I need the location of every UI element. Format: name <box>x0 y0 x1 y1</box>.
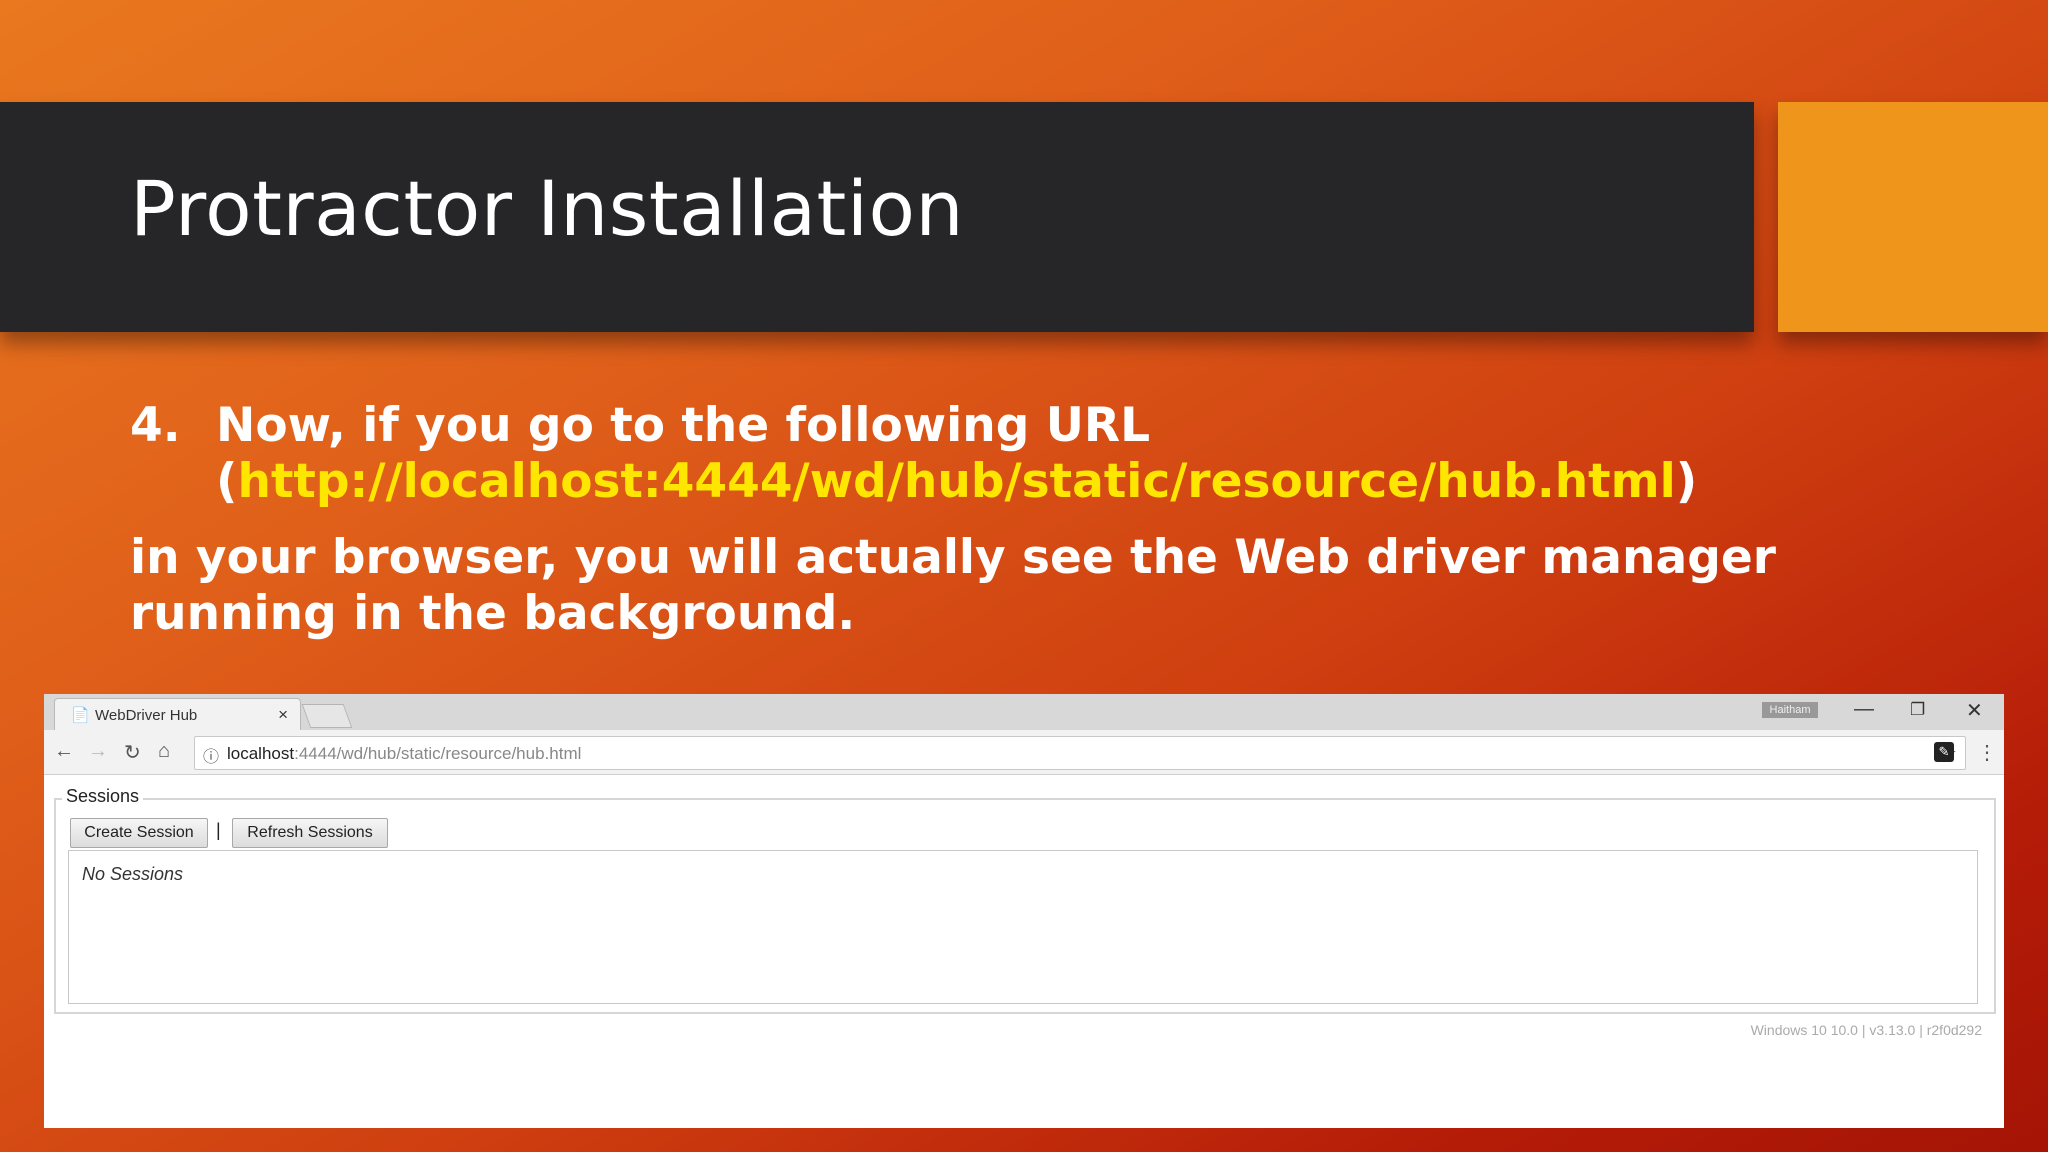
home-icon[interactable]: ⌂ <box>158 740 170 763</box>
browser-toolbar: ← → ↻ ⌂ ⓘ localhost:4444/wd/hub/static/r… <box>44 730 2004 775</box>
forward-icon[interactable]: → <box>88 740 108 763</box>
body-paragraph: in your browser, you will actually see t… <box>130 530 1776 641</box>
sessions-legend: Sessions <box>62 786 144 807</box>
address-bar[interactable]: ⓘ localhost:4444/wd/hub/static/resource/… <box>194 736 1966 770</box>
address-path: :4444/wd/hub/static/resource/hub.html <box>294 744 582 763</box>
slide-title: Protractor Installation <box>130 164 965 253</box>
button-separator: | <box>216 820 221 840</box>
page-icon: 📄 <box>71 707 90 724</box>
address-text: localhost:4444/wd/hub/static/resource/hu… <box>227 744 581 764</box>
list-item-number: 4. <box>130 398 181 453</box>
tab-strip: 📄 WebDriver Hub × Haitham — ❐ ✕ <box>44 694 2004 731</box>
no-sessions-text: No Sessions <box>82 864 184 884</box>
version-footer: Windows 10 10.0 | v3.13.0 | r2f0d292 <box>1750 1022 1982 1038</box>
info-icon[interactable]: ⓘ <box>203 743 219 767</box>
menu-icon[interactable]: ⋮ <box>1977 740 1997 765</box>
tab-title: WebDriver Hub <box>95 707 198 724</box>
new-tab-button[interactable] <box>301 704 353 728</box>
tab-webdriver-hub[interactable]: 📄 WebDriver Hub × <box>54 698 301 731</box>
extension-icon[interactable]: ✎ <box>1934 742 1954 762</box>
reload-icon[interactable]: ↻ <box>124 740 141 765</box>
title-bar: Protractor Installation <box>0 102 1754 332</box>
list-item-text: Now, if you go to the following URL <box>216 398 1151 453</box>
close-paren: ) <box>1675 454 1698 509</box>
sessions-list <box>68 850 1978 1004</box>
accent-box <box>1778 102 2048 332</box>
minimize-icon[interactable]: — <box>1854 698 1874 721</box>
tab-close-icon[interactable]: × <box>278 705 288 725</box>
open-paren: ( <box>216 454 238 509</box>
list-item-url-line: (http://localhost:4444/wd/hub/static/res… <box>216 454 1697 510</box>
close-window-icon[interactable]: ✕ <box>1966 698 1983 723</box>
address-host: localhost <box>227 744 295 763</box>
restore-icon[interactable]: ❐ <box>1910 700 1925 720</box>
hub-url-link[interactable]: http://localhost:4444/wd/hub/static/reso… <box>237 454 1675 509</box>
back-icon[interactable]: ← <box>54 740 74 763</box>
create-session-button[interactable]: Create Session <box>70 818 208 848</box>
profile-badge[interactable]: Haitham <box>1762 702 1818 718</box>
refresh-sessions-button[interactable]: Refresh Sessions <box>232 818 388 848</box>
browser-window: 📄 WebDriver Hub × Haitham — ❐ ✕ ← → ↻ ⌂ … <box>44 694 2004 1128</box>
